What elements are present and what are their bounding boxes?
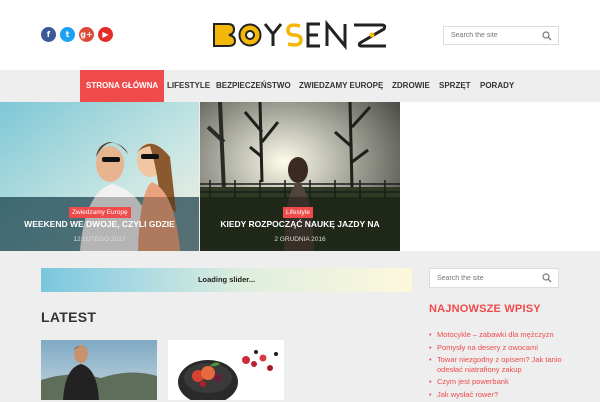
site-header: f t g+ ▶ <box>0 0 600 70</box>
category-tag[interactable]: Lifestyle <box>283 207 313 218</box>
thumbnail-motorcycle-man <box>41 340 157 400</box>
hero-date: 12 LUTEGO 2017 <box>73 236 126 243</box>
recent-posts-list: Motocykle – zabawki dla mężczyzn Pomysły… <box>429 330 569 402</box>
recent-posts-title: NAJNOWSZE WPISY <box>429 303 541 315</box>
thumbnail-fruit-dessert <box>168 340 284 400</box>
latest-post-thumbnail[interactable] <box>168 340 284 400</box>
header-search[interactable] <box>443 26 559 45</box>
nav-item-gear[interactable]: SPRZĘT <box>433 70 477 102</box>
search-icon[interactable] <box>542 273 552 283</box>
google-plus-icon[interactable]: g+ <box>79 27 94 42</box>
nav-item-home[interactable]: STRONA GŁÓWNA <box>80 70 165 102</box>
header-search-input[interactable] <box>451 27 548 44</box>
hero-title[interactable]: WEEKEND WE DWOJE, CZYLI GDZIE <box>0 219 199 229</box>
search-icon[interactable] <box>542 31 552 41</box>
youtube-icon[interactable]: ▶ <box>98 27 113 42</box>
sidebar-search[interactable] <box>429 268 559 288</box>
hero-post-2[interactable]: Lifestyle KIEDY ROZPOCZĄĆ NAUKĘ JAZDY NA… <box>200 102 400 251</box>
hero-post-3-placeholder <box>400 102 600 251</box>
recent-post-link[interactable]: Jak wysłać rower? <box>429 390 569 400</box>
nav-item-lifestyle[interactable]: LIFESTYLE <box>161 70 216 102</box>
recent-post-link[interactable]: Motocykle – zabawki dla mężczyzn <box>429 330 569 340</box>
recent-post-link[interactable]: Pomysły na desery z owocami <box>429 343 569 353</box>
nav-item-tips[interactable]: PORADY <box>474 70 520 102</box>
hero-title[interactable]: KIEDY ROZPOCZĄĆ NAUKĘ JAZDY NA <box>200 219 400 229</box>
twitter-icon[interactable]: t <box>60 27 75 42</box>
nav-item-health[interactable]: ZDROWIE <box>386 70 436 102</box>
facebook-icon[interactable]: f <box>41 27 56 42</box>
hero-date: 2 GRUDNIA 2016 <box>274 236 326 243</box>
latest-post-thumbnail[interactable] <box>41 340 157 400</box>
sidebar-search-input[interactable] <box>437 269 546 287</box>
nav-item-europe[interactable]: ZWIEDZAMY EUROPĘ <box>293 70 389 102</box>
recent-post-link[interactable]: Towar niezgodny z opisem? Jak tanio odes… <box>429 355 569 374</box>
social-links: f t g+ ▶ <box>41 27 113 42</box>
site-logo[interactable] <box>212 20 388 50</box>
slider-loading-banner: Loading slider... <box>41 268 412 292</box>
latest-heading: LATEST <box>41 309 97 325</box>
nav-item-security[interactable]: BEZPIECZEŃSTWO <box>210 70 297 102</box>
main-nav: STRONA GŁÓWNA LIFESTYLE BEZPIECZEŃSTWO Z… <box>0 70 600 102</box>
recent-post-link[interactable]: Czym jest powerbank <box>429 377 569 387</box>
hero-post-1[interactable]: Zwiedzamy Europę WEEKEND WE DWOJE, CZYLI… <box>0 102 199 251</box>
category-tag[interactable]: Zwiedzamy Europę <box>69 207 131 218</box>
